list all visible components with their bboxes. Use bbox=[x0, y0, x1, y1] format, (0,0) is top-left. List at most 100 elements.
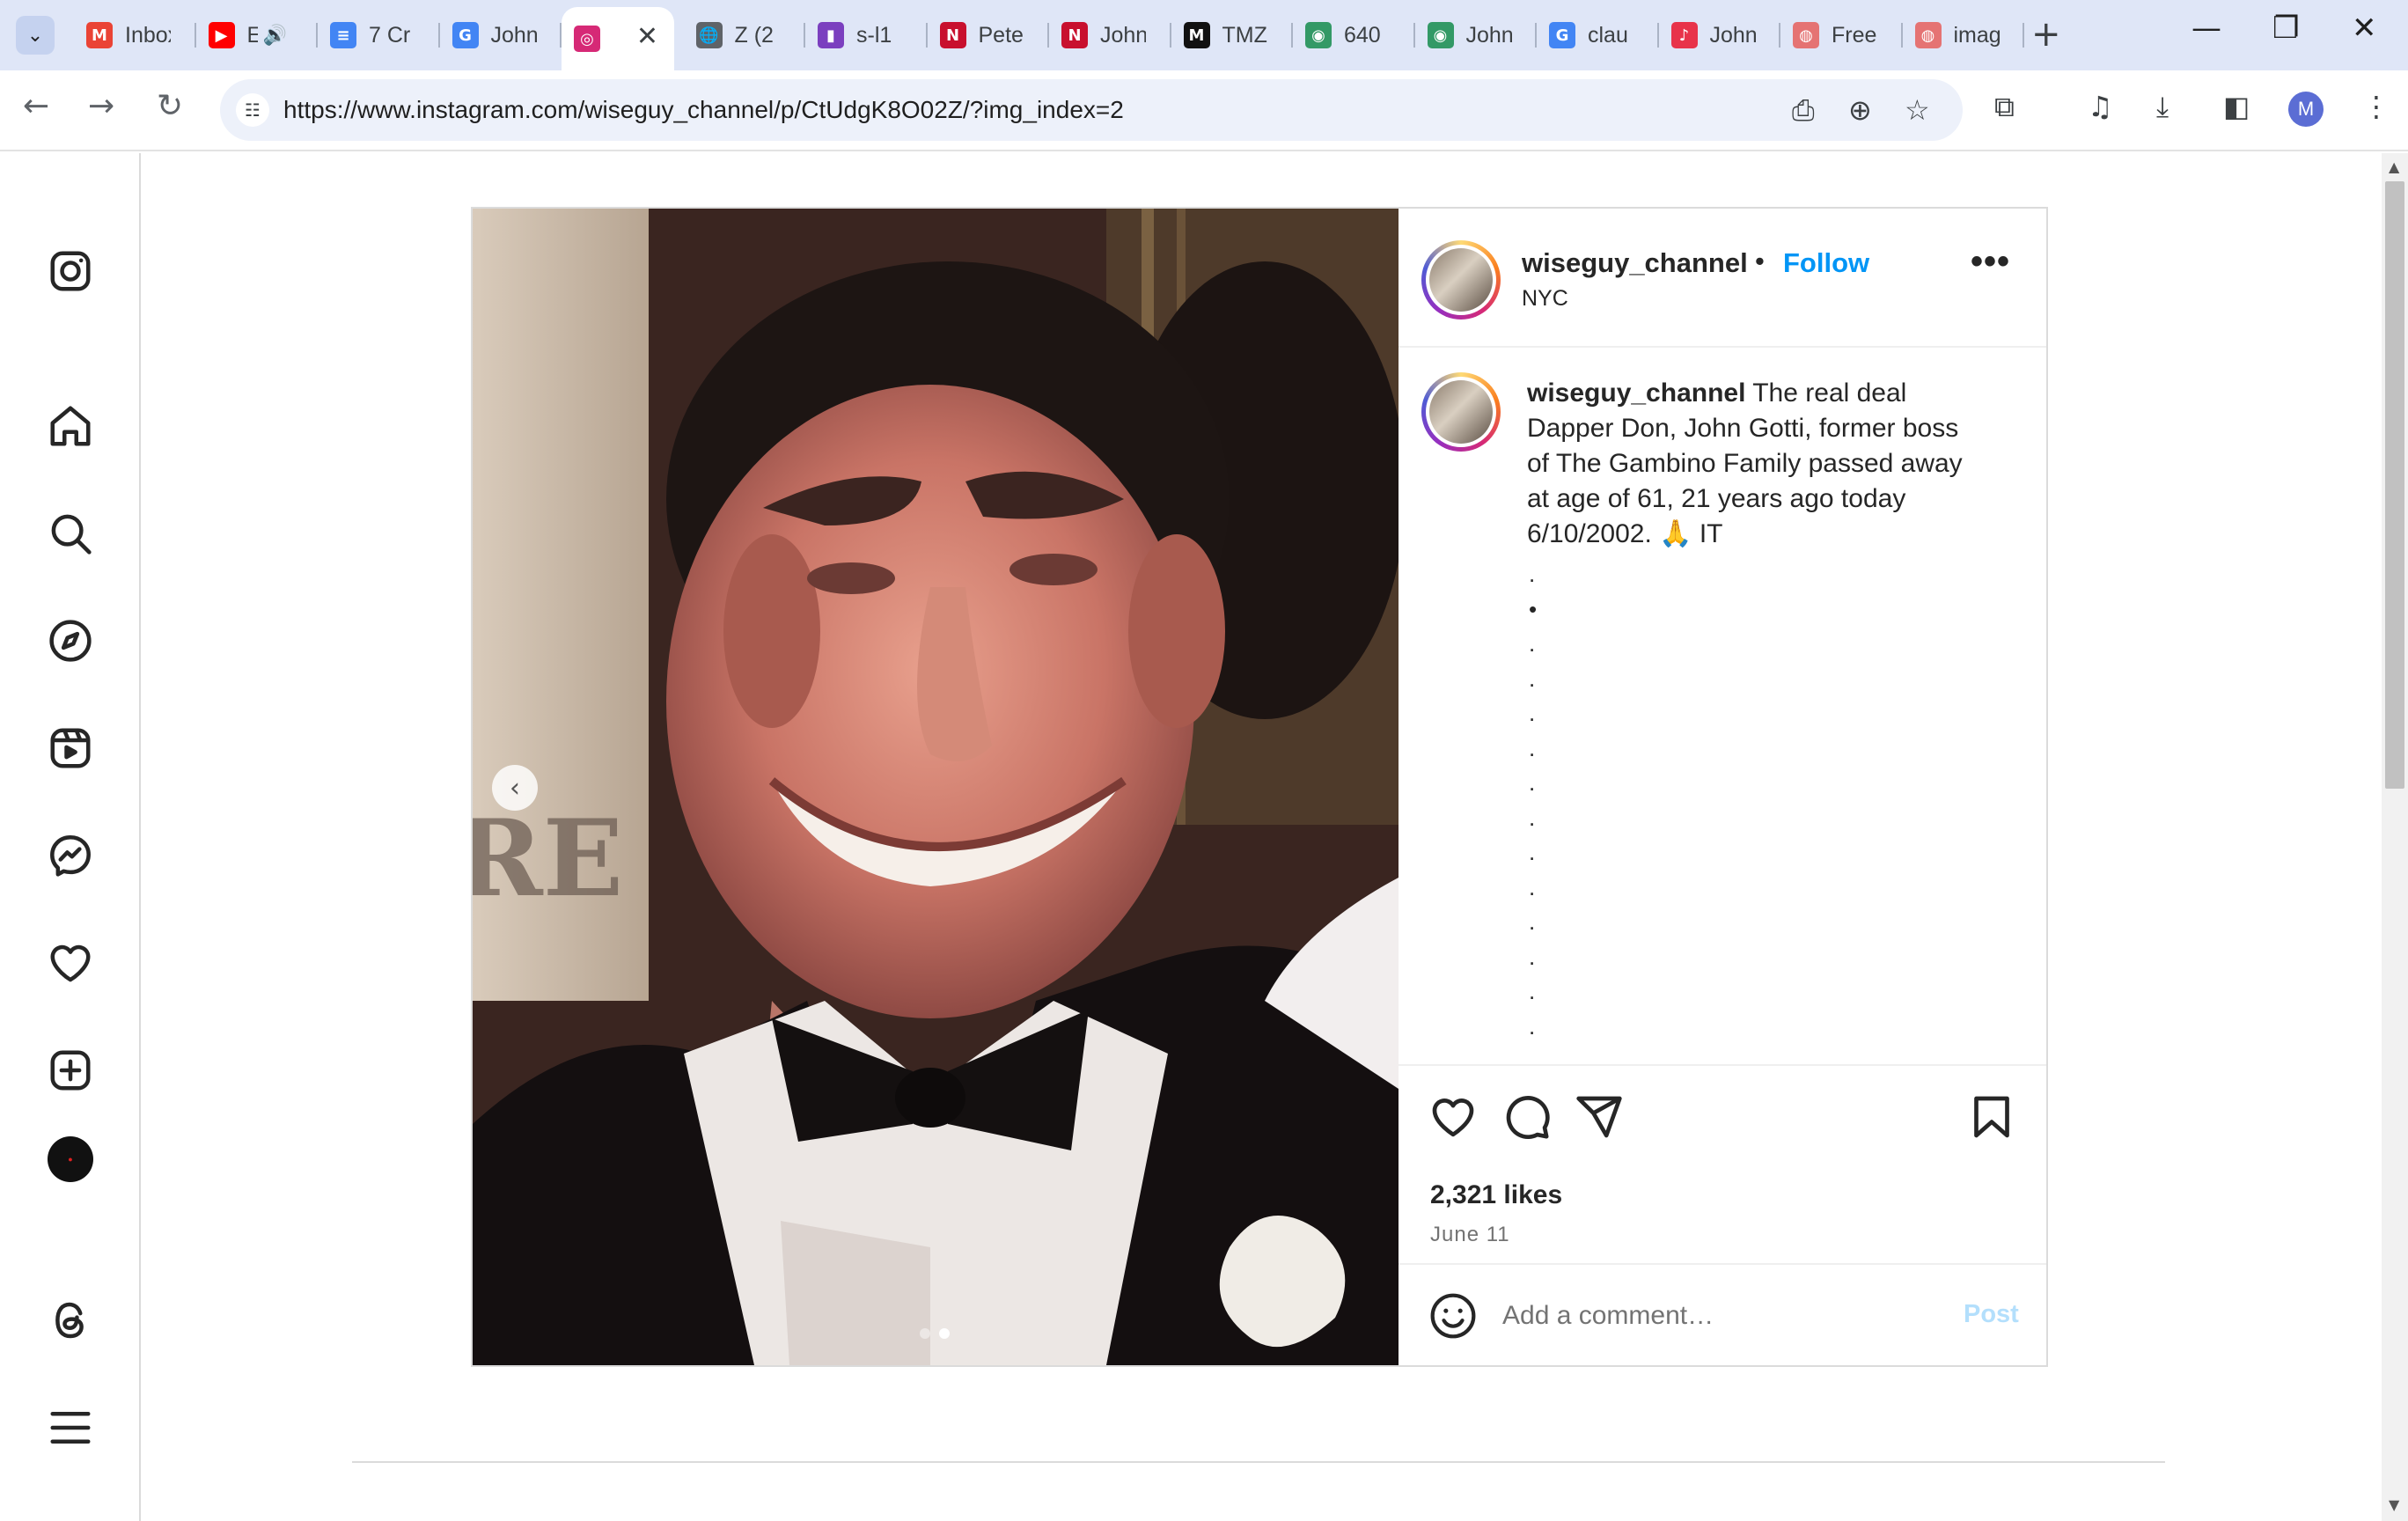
browser-tab[interactable]: ◎ ✕ bbox=[562, 7, 674, 70]
caption-dot-line: . bbox=[1529, 1012, 1536, 1040]
tab-strip: ⌄ MInbox▶E🔊≡7 CrGJohn◎✕🌐Z (2▮s-l1NPeteNJ… bbox=[0, 0, 2408, 70]
browser-menu-icon[interactable]: ⋮ bbox=[2362, 90, 2390, 123]
author-username[interactable]: wiseguy_channel bbox=[1522, 247, 1748, 279]
downloads-icon[interactable]: ⤓ bbox=[2156, 90, 2169, 124]
tab-title: Inbox bbox=[125, 22, 171, 48]
browser-tab[interactable]: ♪ John bbox=[1659, 11, 1780, 60]
browser-tab[interactable]: M Inbox bbox=[74, 11, 196, 60]
zoom-icon[interactable]: ⊕ bbox=[1848, 93, 1872, 127]
comment-bar: Post bbox=[1399, 1263, 2046, 1365]
scroll-up-arrow-icon[interactable]: ▲ bbox=[2389, 158, 2399, 175]
home-icon[interactable] bbox=[46, 401, 95, 451]
instagram-logo-icon[interactable] bbox=[46, 246, 95, 296]
follow-button[interactable]: Follow bbox=[1783, 247, 1869, 279]
more-options-icon[interactable]: ••• bbox=[1971, 242, 2010, 282]
explore-compass-icon[interactable] bbox=[46, 616, 95, 665]
section-divider bbox=[352, 1461, 2165, 1463]
likes-count[interactable]: 2,321 likes bbox=[1430, 1180, 1562, 1210]
url-text[interactable]: https://www.instagram.com/wiseguy_channe… bbox=[283, 96, 1124, 124]
notifications-heart-icon[interactable] bbox=[46, 938, 95, 988]
tab-title: John bbox=[1465, 22, 1512, 48]
reload-button[interactable]: ↻ bbox=[157, 88, 183, 124]
forward-button[interactable]: → bbox=[88, 88, 114, 124]
caption-dot-line: . bbox=[1529, 734, 1536, 761]
browser-tab[interactable]: 🌐 Z (2 bbox=[684, 11, 805, 60]
web-icon: ◍ bbox=[1914, 22, 1942, 48]
scroll-down-arrow-icon[interactable]: ▼ bbox=[2389, 1496, 2399, 1513]
post-header: wiseguy_channel • Follow NYC ••• bbox=[1399, 209, 2046, 348]
docs-icon: ≡ bbox=[330, 22, 356, 48]
tab-title: John bbox=[1100, 22, 1146, 48]
browser-tab[interactable]: ▮ s-l1 bbox=[805, 11, 928, 60]
create-post-icon[interactable] bbox=[46, 1046, 95, 1095]
window-close-button[interactable]: ✕ bbox=[2352, 11, 2377, 46]
caption-username[interactable]: wiseguy_channel bbox=[1527, 378, 1745, 408]
side-panel-icon[interactable]: ◧ bbox=[2223, 90, 2250, 123]
carousel-previous-button[interactable]: ‹ bbox=[492, 765, 538, 811]
shopping-icon: ▮ bbox=[818, 22, 844, 48]
tab-title: John bbox=[490, 22, 537, 48]
post-comment-button[interactable]: Post bbox=[1964, 1300, 2019, 1329]
instagram-sidebar: ● bbox=[0, 153, 141, 1521]
bookmark-star-icon[interactable]: ☆ bbox=[1905, 93, 1930, 127]
wikimedia-icon: ◉ bbox=[1305, 22, 1332, 48]
tab-search-button[interactable]: ⌄ bbox=[16, 16, 55, 55]
threads-icon[interactable] bbox=[46, 1296, 95, 1345]
browser-tab[interactable]: G John bbox=[440, 11, 562, 60]
caption-author-avatar[interactable] bbox=[1421, 372, 1501, 452]
browser-tab[interactable]: Gclau bbox=[1537, 11, 1659, 60]
media-controls-icon[interactable]: ♫ bbox=[2088, 90, 2113, 123]
scroll-thumb[interactable] bbox=[2385, 181, 2404, 789]
post-date: June 11 bbox=[1430, 1223, 1510, 1246]
app-icon: ♪ bbox=[1670, 22, 1698, 48]
browser-tab[interactable]: ◍ imag bbox=[1903, 11, 2024, 60]
page-scrollbar[interactable]: ▲ ▼ bbox=[2382, 153, 2408, 1521]
gmail-icon: M bbox=[86, 22, 113, 48]
comment-input[interactable] bbox=[1502, 1297, 1925, 1335]
save-bookmark-icon[interactable] bbox=[1967, 1092, 2016, 1142]
browser-tab[interactable]: ≡ 7 Cr bbox=[318, 11, 440, 60]
browser-tab[interactable]: N John bbox=[1049, 11, 1171, 60]
caption-dot-line: . bbox=[1529, 978, 1536, 1004]
caption-dot-line: • bbox=[1529, 595, 1538, 622]
nypost-icon: N bbox=[1061, 22, 1088, 48]
post-location[interactable]: NYC bbox=[1522, 286, 1568, 312]
browser-tab[interactable]: M TMZ bbox=[1171, 11, 1293, 60]
like-heart-icon[interactable] bbox=[1428, 1092, 1478, 1142]
carousel-indicator bbox=[920, 1328, 950, 1339]
more-menu-icon[interactable] bbox=[46, 1403, 95, 1452]
caption-text: wiseguy_channel The real deal Dapper Don… bbox=[1527, 376, 1985, 552]
reels-icon[interactable] bbox=[46, 724, 95, 773]
restore-button[interactable]: ❐ bbox=[2272, 11, 2299, 46]
post-modal: RE ‹ wiseguy_channel • Follow NYC ••• wi… bbox=[471, 207, 2048, 1367]
install-app-icon[interactable]: ⎙ bbox=[1792, 93, 1815, 128]
extensions-icon[interactable]: ⧉ bbox=[1994, 90, 2015, 124]
tab-title: TMZ bbox=[1222, 22, 1267, 48]
browser-tab[interactable]: N Pete bbox=[928, 11, 1049, 60]
messenger-icon[interactable] bbox=[46, 831, 95, 880]
minimize-button[interactable]: — bbox=[2191, 11, 2221, 46]
author-avatar[interactable] bbox=[1421, 240, 1501, 320]
browser-tab[interactable]: ◍ Free bbox=[1780, 11, 1903, 60]
back-button[interactable]: ← bbox=[23, 88, 49, 124]
emoji-icon[interactable] bbox=[1428, 1291, 1478, 1341]
caption-dot-line: . bbox=[1529, 630, 1536, 657]
google-icon: G bbox=[1549, 22, 1575, 48]
audio-playing-icon[interactable]: 🔊 bbox=[263, 25, 287, 47]
close-tab-icon[interactable]: ✕ bbox=[636, 21, 658, 52]
profile-avatar-icon[interactable]: ● bbox=[48, 1136, 93, 1182]
comment-bubble-icon[interactable] bbox=[1502, 1092, 1552, 1142]
browser-tab[interactable]: ◉ John bbox=[1415, 11, 1537, 60]
caption-dot-line: . bbox=[1529, 700, 1536, 726]
carousel-dot bbox=[920, 1328, 930, 1339]
site-info-icon[interactable]: ☷ bbox=[236, 93, 269, 127]
browser-tab[interactable]: ◉ 640 bbox=[1293, 11, 1415, 60]
search-icon[interactable] bbox=[46, 509, 95, 558]
post-actions: 2,321 likes June 11 bbox=[1399, 1064, 2046, 1263]
profile-avatar[interactable]: M bbox=[2288, 92, 2324, 127]
browser-tab[interactable]: ▶ E 🔊 bbox=[196, 11, 318, 60]
share-send-icon[interactable] bbox=[1575, 1092, 1624, 1142]
caption-dot-line: . bbox=[1529, 804, 1536, 831]
new-tab-button[interactable]: + bbox=[2031, 14, 2061, 55]
address-bar[interactable]: ☷ https://www.instagram.com/wiseguy_chan… bbox=[220, 79, 1963, 141]
